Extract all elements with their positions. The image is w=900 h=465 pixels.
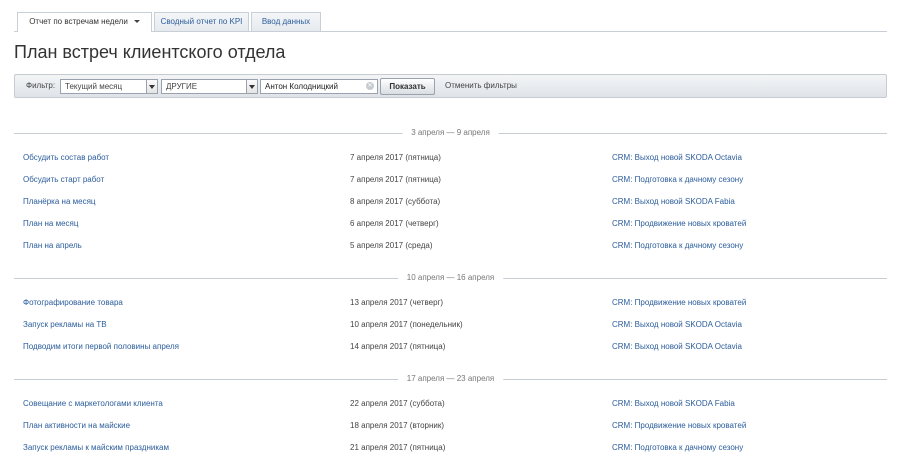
meeting-row: Запуск рекламы к майским праздникам 21 а… [0, 443, 900, 455]
week-label: 10 апреля — 16 апреля [397, 273, 504, 282]
crm-project-link[interactable]: CRM: Выход новой SKODA Octavia [612, 342, 742, 351]
crm-project-link[interactable]: CRM: Продвижение новых кроватей [612, 421, 746, 430]
meeting-date: 14 апреля 2017 (пятница) [350, 342, 446, 351]
page-title: План встреч клиентского отдела [14, 42, 286, 62]
meeting-title-link[interactable]: План на апрель [23, 241, 82, 250]
group-select[interactable]: ДРУГИЕ [161, 79, 258, 94]
tab-data-entry[interactable]: Ввод данных [251, 12, 321, 31]
reset-filters-link[interactable]: Отменить фильтры [445, 81, 517, 90]
meeting-title-link[interactable]: План активности на майские [23, 421, 130, 430]
tab-label: Отчет по встречам недели [29, 17, 128, 26]
meeting-title-link[interactable]: Запуск рекламы к майским праздникам [23, 443, 169, 452]
meeting-date: 10 апреля 2017 (понедельник) [350, 320, 463, 329]
week-divider: 10 апреля — 16 апреля [14, 273, 887, 283]
week-label: 3 апреля — 9 апреля [402, 128, 499, 137]
meeting-date: 7 апреля 2017 (пятница) [350, 175, 441, 184]
meeting-date: 5 апреля 2017 (среда) [350, 241, 433, 250]
crm-project-link[interactable]: CRM: Подготовка к дачному сезону [612, 175, 743, 184]
filter-label: Фильтр: [26, 81, 56, 90]
meeting-date: 13 апреля 2017 (четверг) [350, 298, 444, 307]
person-input-value: Антон Колодницкий [265, 82, 338, 91]
meeting-row: План на месяц 6 апреля 2017 (четверг) CR… [0, 219, 900, 231]
meeting-date: 22 апреля 2017 (суббота) [350, 399, 445, 408]
week-label: 17 апреля — 23 апреля [397, 374, 504, 383]
meeting-title-link[interactable]: Совещание с маркетологами клиента [23, 399, 163, 408]
crm-project-link[interactable]: CRM: Выход новой SKODA Fabia [612, 197, 735, 206]
meeting-row: Запуск рекламы на ТВ 10 апреля 2017 (пон… [0, 320, 900, 332]
show-button[interactable]: Показать [380, 78, 435, 95]
meeting-row: План на апрель 5 апреля 2017 (среда) CRM… [0, 241, 900, 253]
meeting-row: Фотографирование товара 13 апреля 2017 (… [0, 298, 900, 310]
meeting-title-link[interactable]: Планёрка на месяц [23, 197, 95, 206]
meeting-row: Обсудить состав работ 7 апреля 2017 (пят… [0, 153, 900, 165]
period-select[interactable]: Текущий месяц [60, 79, 158, 94]
crm-project-link[interactable]: CRM: Выход новой SKODA Octavia [612, 320, 742, 329]
meeting-date: 6 апреля 2017 (четверг) [350, 219, 439, 228]
tab-label: Сводный отчет по KPI [160, 17, 243, 26]
crm-project-link[interactable]: CRM: Подготовка к дачному сезону [612, 241, 743, 250]
meeting-row: Совещание с маркетологами клиента 22 апр… [0, 399, 900, 411]
tab-kpi-summary-report[interactable]: Сводный отчет по KPI [154, 12, 249, 31]
filter-bar: Фильтр: Текущий месяц ДРУГИЕ Антон Колод… [14, 74, 887, 98]
group-select-value: ДРУГИЕ [166, 82, 198, 91]
crm-project-link[interactable]: CRM: Продвижение новых кроватей [612, 298, 746, 307]
chevron-down-icon[interactable] [133, 20, 140, 24]
meeting-title-link[interactable]: Запуск рекламы на ТВ [23, 320, 107, 329]
tab-weekly-meetings-report[interactable]: Отчет по встречам недели [17, 12, 152, 32]
meeting-row: Обсудить старт работ 7 апреля 2017 (пятн… [0, 175, 900, 187]
tab-label: Ввод данных [261, 17, 311, 26]
meeting-title-link[interactable]: Подводим итоги первой половины апреля [23, 342, 179, 351]
week-divider: 3 апреля — 9 апреля [14, 128, 887, 138]
chevron-down-icon[interactable] [246, 80, 257, 93]
meeting-date: 7 апреля 2017 (пятница) [350, 153, 441, 162]
crm-project-link[interactable]: CRM: Продвижение новых кроватей [612, 219, 746, 228]
crm-project-link[interactable]: CRM: Выход новой SKODA Fabia [612, 399, 735, 408]
meeting-title-link[interactable]: Обсудить старт работ [23, 175, 104, 184]
meeting-row: Планёрка на месяц 8 апреля 2017 (суббота… [0, 197, 900, 209]
week-divider: 17 апреля — 23 апреля [14, 374, 887, 384]
meeting-date: 18 апреля 2017 (вторник) [350, 421, 445, 430]
meeting-date: 21 апреля 2017 (пятница) [350, 443, 446, 452]
meeting-date: 8 апреля 2017 (суббота) [350, 197, 441, 206]
tab-bar: Отчет по встречам недели Сводный отчет п… [14, 12, 887, 32]
crm-project-link[interactable]: CRM: Подготовка к дачному сезону [612, 443, 743, 452]
crm-project-link[interactable]: CRM: Выход новой SKODA Octavia [612, 153, 742, 162]
meeting-title-link[interactable]: Обсудить состав работ [23, 153, 109, 162]
meeting-row: План активности на майские 18 апреля 201… [0, 421, 900, 433]
person-input[interactable]: Антон Колодницкий ✕ [260, 79, 378, 94]
meeting-row: Подводим итоги первой половины апреля 14… [0, 342, 900, 354]
meeting-title-link[interactable]: Фотографирование товара [23, 298, 123, 307]
meeting-title-link[interactable]: План на месяц [23, 219, 78, 228]
chevron-down-icon[interactable] [146, 80, 157, 93]
clear-icon[interactable]: ✕ [366, 82, 374, 90]
period-select-value: Текущий месяц [65, 82, 123, 91]
